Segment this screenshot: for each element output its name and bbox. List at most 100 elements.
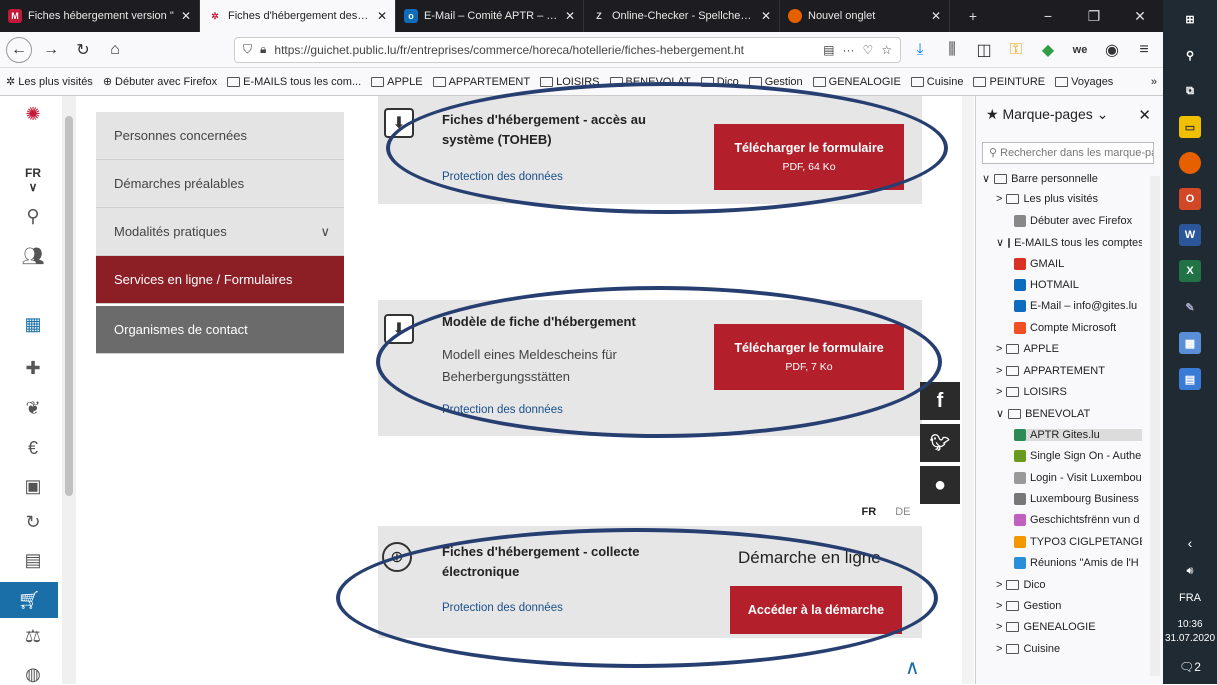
bookmark-item[interactable]: > Cuisine [996,643,1142,655]
chevron-right-icon[interactable]: > [996,600,1002,612]
notification-icon[interactable]: 🗨︎2 [1179,660,1201,674]
restore-button[interactable]: ❐ [1071,8,1117,25]
menu-organismes-contact[interactable]: Organismes de contact [96,306,344,354]
overflow-chevron-icon[interactable]: » [1151,76,1157,88]
download-icon[interactable]: ⤓ [907,37,933,63]
puzzle-icon[interactable]: ✚ [20,358,46,379]
bookmark-getting-started[interactable]: ⊕ Débuter avec Firefox [103,75,217,89]
url-text[interactable]: https://guichet.public.lu/fr/entreprises… [274,43,815,57]
chevron-right-icon[interactable]: > [996,343,1002,355]
twitter-icon[interactable]: 🐦︎ [920,424,960,462]
facebook-icon[interactable]: f [920,382,960,420]
tab-new[interactable]: Nouvel onglet ✕ [780,0,950,32]
lang-fr[interactable]: FR [862,506,877,518]
menu-services-en-ligne[interactable]: Services en ligne / Formulaires [96,256,344,304]
account-icon[interactable]: ◉ [1099,37,1125,63]
cycle-icon[interactable]: ↻ [20,512,46,533]
we-extension-icon[interactable]: we [1067,37,1093,63]
globe-icon[interactable]: ◍ [20,664,46,685]
bookmark-item[interactable]: ∨ BENEVOLAT [996,407,1142,421]
tab-spellchecker[interactable]: Z Online-Checker - Spellchecker ✕ [584,0,780,32]
bookmark-folder[interactable]: E-MAILS tous les com... [227,76,361,88]
back-button[interactable]: ← [6,36,32,63]
close-tab-icon[interactable]: ✕ [565,9,575,23]
sidebar-title[interactable]: ★ Marque-pages ⌄ [986,106,1108,123]
windows-start-icon[interactable]: ⊞ [1179,8,1201,30]
bookmark-item[interactable]: HOTMAIL [1014,279,1142,291]
chevron-right-icon[interactable]: > [996,621,1002,633]
key-extension-icon[interactable]: ⚿ [1003,37,1029,63]
menu-personnes-concernees[interactable]: Personnes concernées [96,112,344,160]
app-grid-icon[interactable]: ▦ [1179,332,1201,354]
bookmark-item[interactable]: GMAIL [1014,257,1142,270]
balance-icon[interactable]: ⚖ [20,626,46,647]
tab-fiches-version[interactable]: M Fiches hébergement version " ✕ [0,0,200,32]
search-icon[interactable]: ⚲ [1179,44,1201,66]
bookmark-item[interactable]: > APPLE [996,343,1142,355]
clock[interactable]: 10:36 31.07.2020 [1165,618,1215,646]
bookmark-folder[interactable]: APPARTEMENT [432,76,530,88]
bookmark-item[interactable]: ∨ E-MAILS tous les comptes [996,236,1142,250]
shield-icon[interactable]: ⛉ [243,42,252,57]
comment-icon[interactable]: ● [920,466,960,504]
reader-view-icon[interactable]: ▤ [823,43,834,57]
scroll-top-icon[interactable]: ∧ [905,655,920,680]
close-tab-icon[interactable]: ✕ [181,9,191,23]
page-scrollbar[interactable] [962,96,974,684]
chevron-right-icon[interactable]: > [996,386,1002,398]
bookmark-item[interactable]: Compte Microsoft [1014,321,1142,334]
calculator-icon[interactable]: ▤ [20,550,46,571]
star-bookmark-icon[interactable]: ☆ [881,43,892,57]
excel-icon[interactable]: X [1179,260,1201,282]
firefox-icon[interactable] [1179,152,1201,174]
bookmark-item[interactable]: > GENEALOGIE [996,621,1142,633]
library-icon[interactable]: ⫼ [939,37,965,63]
chevron-down-icon[interactable]: ∨ [996,236,1004,249]
shield-extension-icon[interactable]: ◆ [1035,37,1061,63]
bookmark-item[interactable]: ∨ Barre personnelle [982,172,1142,186]
bookmark-item[interactable]: E-Mail – info@gites.lu [1014,300,1142,313]
euro-icon[interactable]: € [20,438,46,459]
close-icon[interactable]: ✕ [1138,106,1151,124]
sidebar-toggle-icon[interactable]: ◫ [971,37,997,63]
input-language[interactable]: FRA [1179,592,1201,604]
chevron-left-icon[interactable]: ‹ [1188,535,1193,551]
paint-icon[interactable]: ✎ [1179,296,1201,318]
menu-modalites-pratiques[interactable]: Modalités pratiques ∨ [96,208,344,256]
menu-icon[interactable]: ≡ [1131,37,1157,63]
bookmark-item[interactable]: > APPARTEMENT [996,365,1142,377]
bookmark-item[interactable]: Geschichtsfrënn vun d [1014,514,1142,527]
lock-icon[interactable]: 🔒︎ [260,42,266,57]
word-icon[interactable]: W [1179,224,1201,246]
bookmark-folder[interactable]: APPLE [371,76,423,88]
more-actions-icon[interactable]: ··· [842,43,854,57]
bookmark-item[interactable]: Réunions "Amis de l'H [1014,557,1142,570]
home-button[interactable]: ⌂ [102,37,128,63]
bookmark-folder[interactable]: PEINTURE [973,76,1045,88]
bookmark-item[interactable]: Login - Visit Luxembou [1014,471,1142,484]
leaf-icon[interactable]: ❦ [20,398,46,419]
chevron-down-icon[interactable]: ∨ [982,172,990,185]
close-tab-icon[interactable]: ✕ [377,9,387,23]
chevron-down-icon[interactable]: ∨ [996,407,1004,420]
new-tab-button[interactable]: + [950,8,996,24]
chevron-right-icon[interactable]: > [996,193,1002,205]
bookmark-item[interactable]: > Gestion [996,600,1142,612]
bookmark-item[interactable]: TYPO3 CIGLPETANGE [ [1014,535,1142,548]
bookmark-item[interactable]: APTR Gites.lu [1014,428,1142,441]
reload-button[interactable]: ↻ [70,37,96,63]
briefcase-icon[interactable]: ▣ [20,476,46,497]
file-explorer-icon[interactable]: ▭ [1179,116,1201,138]
cart-icon[interactable]: 🛒︎ [0,582,58,618]
bookmark-item[interactable]: > Dico [996,579,1142,591]
bookmark-item[interactable]: > LOISIRS [996,386,1142,398]
tab-fiches-hebergement[interactable]: ✲ Fiches d'hébergement des voy ✕ [200,0,396,32]
language-selector[interactable]: FR ∨ [20,166,46,194]
app-icon[interactable]: ▤ [1179,368,1201,390]
office-icon[interactable]: O [1179,188,1201,210]
bookmark-folder[interactable]: Voyages [1055,76,1113,88]
forward-button[interactable]: → [38,37,64,63]
sidebar-scrollbar[interactable] [1150,176,1160,676]
search-icon[interactable]: ⚲ [20,206,46,227]
bookmark-most-visited[interactable]: ✲ Les plus visités [6,75,93,89]
